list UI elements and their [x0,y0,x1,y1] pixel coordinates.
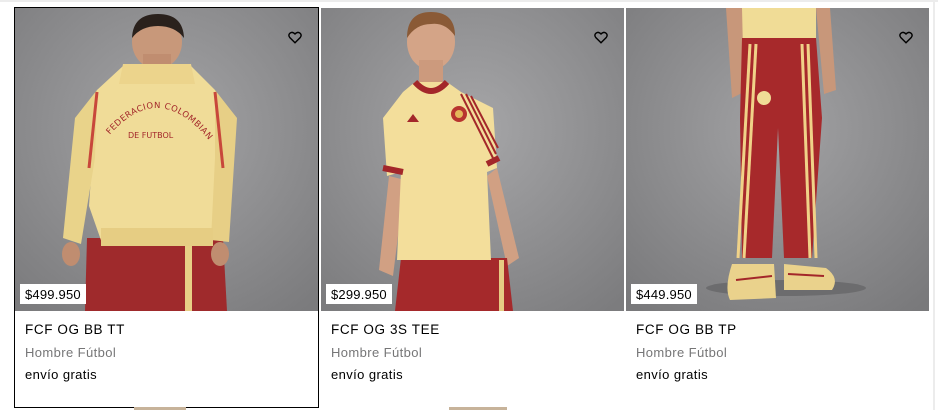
track-pants-photo [626,8,929,311]
product-card-fcf-og-3s-tee[interactable]: $299.950 FCF OG 3S TEE Hombre Fútbol env… [320,7,625,408]
product-title[interactable]: FCF OG BB TP [636,322,737,337]
price-tag: $299.950 [326,284,392,304]
product-category: Hombre Fútbol [636,345,728,360]
product-image-tee[interactable] [321,8,624,311]
shipping-label: envío gratis [25,367,98,382]
heart-icon [899,31,913,44]
wishlist-button[interactable] [284,26,306,48]
product-category: Hombre Fútbol [25,345,117,360]
shipping-label: envío gratis [331,367,404,382]
product-card-fcf-og-bb-tp[interactable]: $449.950 FCF OG BB TP Hombre Fútbol enví… [625,7,930,408]
product-title[interactable]: FCF OG BB TT [25,322,125,337]
heart-icon [594,31,608,44]
product-category: Hombre Fútbol [331,345,423,360]
track-jacket-back-photo: FEDERACION COLOMBIANA DE FUTBOL [15,8,318,311]
jacket-embroidery-line2: DE FUTBOL [128,131,174,140]
product-grid: FEDERACION COLOMBIANA DE FUTBOL $499.950… [14,7,930,408]
heart-icon [288,31,302,44]
product-image-track-jacket[interactable]: FEDERACION COLOMBIANA DE FUTBOL [15,8,318,311]
product-title[interactable]: FCF OG 3S TEE [331,322,440,337]
product-image-track-pants[interactable] [626,8,929,311]
top-divider [0,0,938,2]
wishlist-button[interactable] [895,26,917,48]
scroll-edge [933,0,935,410]
tee-front-photo [321,8,624,311]
wishlist-button[interactable] [590,26,612,48]
price-tag: $449.950 [631,284,697,304]
price-tag: $499.950 [20,284,86,304]
product-card-fcf-og-bb-tt[interactable]: FEDERACION COLOMBIANA DE FUTBOL $499.950… [14,7,319,408]
shipping-label: envío gratis [636,367,709,382]
